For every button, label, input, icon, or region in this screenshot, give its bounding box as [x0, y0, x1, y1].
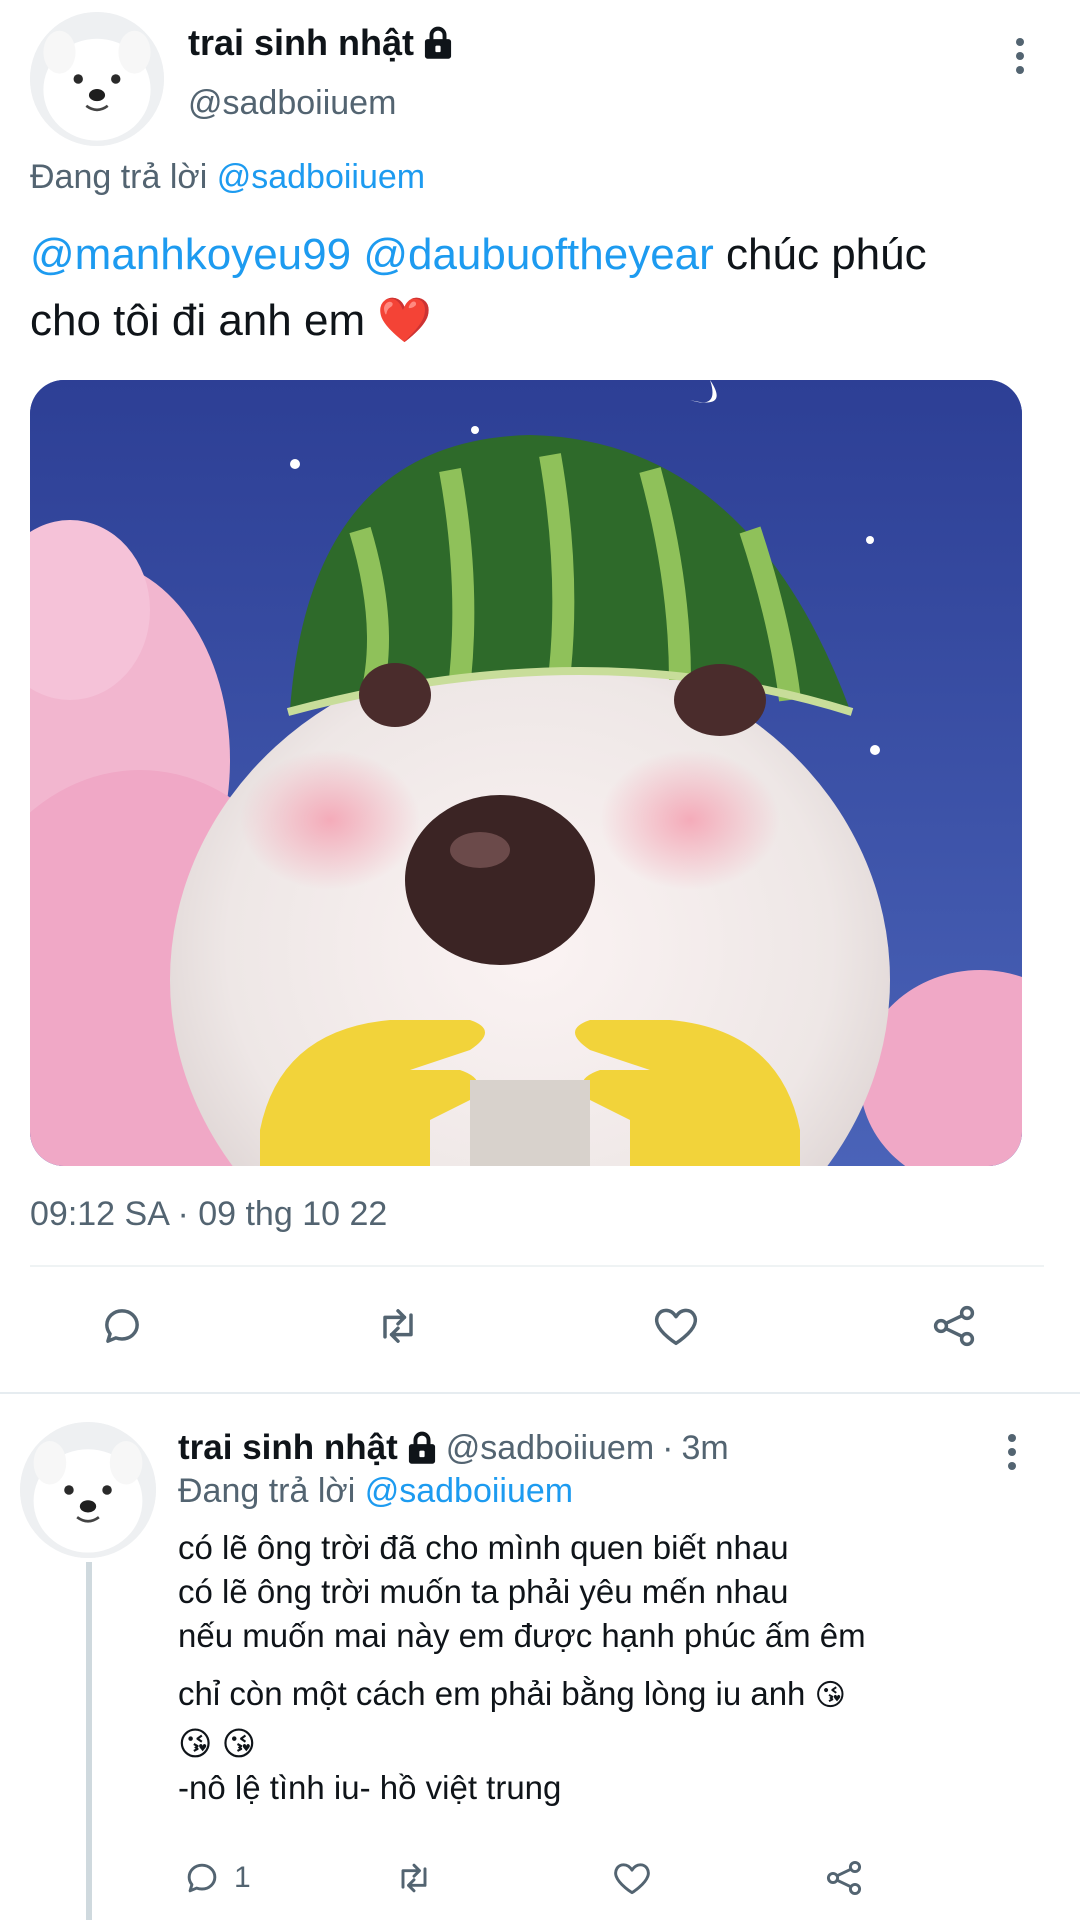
main-tweet: trai sinh nhật @sadboiiuem Đang trả lời … [0, 0, 1080, 1392]
lock-icon [424, 26, 452, 59]
share-icon [826, 1860, 862, 1896]
tweet-text-part: cho tôi đi anh em [30, 296, 366, 345]
avatar[interactable] [20, 1422, 156, 1558]
tweet-text: @manhkoyeu99 @daubuoftheyear chúc phúc c… [30, 222, 1040, 354]
more-icon[interactable] [1002, 1434, 1022, 1470]
author-name-row: trai sinh nhật [188, 22, 454, 64]
author-handle[interactable]: @sadboiiuem [446, 1429, 654, 1468]
retweet-icon [383, 1309, 413, 1343]
retweet-button[interactable] [372, 1300, 424, 1352]
kiss-emoji: 😘 [814, 1679, 846, 1712]
timestamp[interactable]: 09:12 SA · 09 thg 10 22 [30, 1195, 387, 1234]
watermelon-dog-image [30, 380, 1022, 1166]
lock-icon [408, 1431, 435, 1464]
share-icon [933, 1305, 975, 1347]
reply-text: có lẽ ông trời đã cho mình quen biết nha… [178, 1526, 1038, 1810]
reply-line: nếu muốn mai này em được hạnh phúc ấm êm [178, 1617, 866, 1654]
tweet-image[interactable] [30, 380, 1022, 1166]
more-icon[interactable] [1010, 38, 1030, 74]
reply-button[interactable]: 1 [180, 1856, 251, 1900]
share-button[interactable] [822, 1856, 866, 1900]
author-name[interactable]: trai sinh nhật [178, 1428, 398, 1468]
reply-tweet[interactable]: trai sinh nhật @sadboiiuem · 3m Đang trả… [0, 1394, 1080, 1920]
reply-action-bar: 1 [0, 1856, 1080, 1906]
like-button[interactable] [650, 1300, 702, 1352]
heart-emoji: ❤️ [377, 296, 433, 345]
reply-line: chỉ còn một cách em phải bằng lòng iu an… [178, 1675, 806, 1712]
avatar-dog-image [20, 1422, 156, 1558]
relative-time[interactable]: 3m [681, 1429, 728, 1468]
reply-line: có lẽ ông trời muốn ta phải yêu mến nhau [178, 1573, 789, 1610]
replying-label: Đang trả lời [178, 1472, 356, 1510]
share-button[interactable] [928, 1300, 980, 1352]
replying-to: Đang trả lời @sadboiiuem [30, 158, 425, 197]
author-handle[interactable]: @sadboiiuem [188, 84, 396, 123]
reply-button[interactable] [96, 1300, 148, 1352]
reply-line: có lẽ ông trời đã cho mình quen biết nha… [178, 1529, 789, 1566]
like-icon [655, 1308, 697, 1346]
reply-icon [105, 1309, 139, 1343]
retweet-icon [401, 1863, 427, 1893]
like-button[interactable] [610, 1856, 654, 1900]
separator-dot: · [662, 1428, 674, 1467]
reply-icon [187, 1863, 217, 1893]
reply-header: trai sinh nhật @sadboiiuem · 3m [178, 1428, 729, 1468]
signature-line: -nô lệ tình iu- hồ việt trung [178, 1769, 562, 1806]
reply-count: 1 [234, 1861, 251, 1894]
avatar[interactable] [30, 12, 164, 146]
action-bar [0, 1300, 1080, 1360]
avatar-dog-image [30, 12, 164, 146]
divider [30, 1265, 1044, 1267]
like-icon [614, 1863, 650, 1895]
author-name[interactable]: trai sinh nhật [188, 22, 414, 64]
mention-link[interactable]: @manhkoyeu99 [30, 230, 351, 279]
retweet-button[interactable] [392, 1856, 436, 1900]
replying-to: Đang trả lời @sadboiiuem [178, 1472, 573, 1511]
mention-link[interactable]: @daubuoftheyear [363, 230, 713, 279]
tweet-text-part: chúc phúc [713, 230, 927, 279]
emoji-line: 😘 😘 [178, 1725, 256, 1762]
replying-label: Đang trả lời [30, 158, 208, 196]
reply-line-with-emoji: chỉ còn một cách em phải bằng lòng iu an… [178, 1672, 1038, 1718]
replying-mention-link[interactable]: @sadboiiuem [365, 1472, 573, 1510]
replying-mention-link[interactable]: @sadboiiuem [217, 158, 425, 196]
